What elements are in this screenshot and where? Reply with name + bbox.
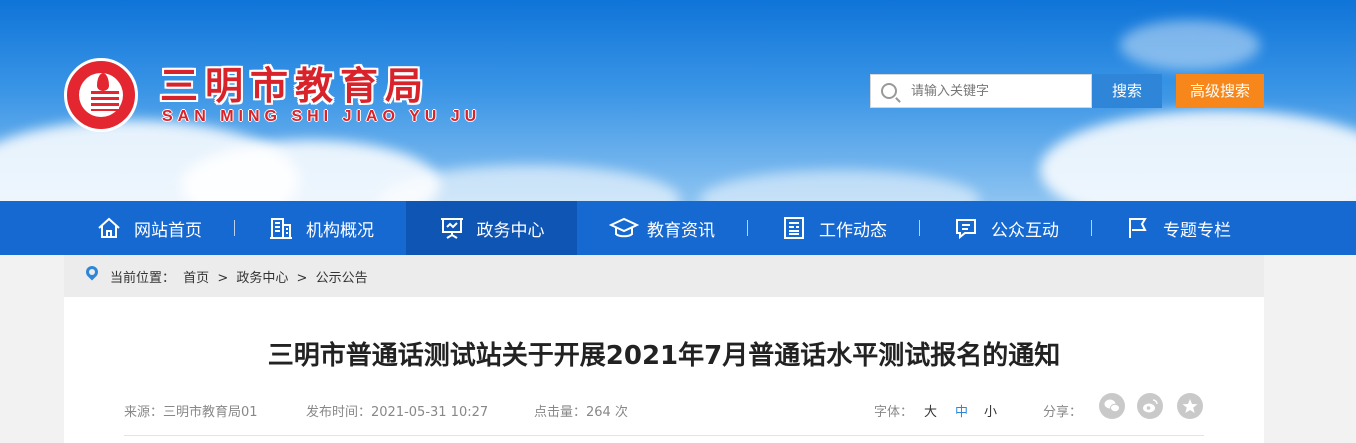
newspaper-icon bbox=[781, 216, 807, 240]
nav-item-about[interactable]: 机构概况 bbox=[236, 201, 406, 255]
breadcrumb-link-government-center[interactable]: 政务中心 bbox=[236, 271, 288, 286]
home-icon bbox=[96, 216, 122, 240]
nav-item-label: 教育资讯 bbox=[647, 220, 715, 241]
logo-emblem-icon[interactable] bbox=[64, 58, 138, 132]
share-label: 分享： bbox=[1043, 405, 1083, 420]
font-size-large-button[interactable]: 大 bbox=[924, 401, 937, 420]
building-icon bbox=[268, 216, 294, 240]
graduation-cap-icon bbox=[608, 216, 640, 240]
breadcrumb-separator: > bbox=[296, 271, 308, 286]
nav-item-label: 工作动态 bbox=[819, 220, 887, 241]
flag-icon bbox=[1125, 216, 1151, 240]
article-view-count: 点击量：264 次 bbox=[534, 405, 628, 420]
nav-item-label: 政务中心 bbox=[476, 220, 545, 241]
font-size-label: 字体： bbox=[874, 405, 914, 420]
location-pin-icon bbox=[83, 263, 101, 281]
article: 三明市普通话测试站关于开展2021年7月普通话水平测试报名的通知 来源：三明市教… bbox=[64, 297, 1264, 443]
nav-divider bbox=[919, 220, 920, 236]
chat-icon bbox=[953, 216, 979, 240]
article-title: 三明市普通话测试站关于开展2021年7月普通话水平测试报名的通知 bbox=[267, 341, 1061, 371]
site-subtitle: SAN MING SHI JIAO YU JU bbox=[162, 108, 482, 125]
breadcrumb-link-home[interactable]: 首页 bbox=[183, 271, 209, 286]
main-nav: 网站首页 机构概况 政务中心 教育资讯 工作动态 公众互动 专题专栏 bbox=[0, 201, 1356, 255]
weibo-icon[interactable] bbox=[1137, 393, 1163, 419]
nav-item-label: 公众互动 bbox=[991, 220, 1059, 241]
wechat-icon[interactable] bbox=[1099, 393, 1125, 419]
nav-item-special-topics[interactable]: 专题专栏 bbox=[1093, 201, 1263, 255]
nav-divider bbox=[1091, 220, 1092, 236]
breadcrumb-link-announcements[interactable]: 公示公告 bbox=[316, 271, 368, 286]
breadcrumb-prefix: 当前位置： bbox=[110, 271, 176, 286]
nav-item-label: 网站首页 bbox=[134, 220, 202, 241]
presentation-icon bbox=[439, 216, 465, 240]
favorite-star-icon[interactable] bbox=[1177, 393, 1203, 419]
article-source: 来源：三明市教育局01 bbox=[124, 405, 258, 420]
nav-item-label: 机构概况 bbox=[306, 220, 374, 241]
site-title[interactable]: 三明市教育局 bbox=[160, 55, 430, 110]
font-size-small-button[interactable]: 小 bbox=[984, 401, 997, 420]
breadcrumb: 当前位置： 首页 > 政务中心 > 公示公告 bbox=[64, 255, 1264, 297]
nav-item-work-updates[interactable]: 工作动态 bbox=[749, 201, 919, 255]
header-banner: 三明市教育局 SAN MING SHI JIAO YU JU 搜索 高级搜索 bbox=[0, 0, 1356, 201]
cloud-decoration bbox=[700, 170, 980, 201]
cloud-decoration bbox=[1120, 20, 1260, 70]
nav-item-education-news[interactable]: 教育资讯 bbox=[577, 201, 747, 255]
nav-item-public-interaction[interactable]: 公众互动 bbox=[921, 201, 1091, 255]
search-box[interactable] bbox=[870, 74, 1092, 108]
advanced-search-button[interactable]: 高级搜索 bbox=[1176, 74, 1264, 108]
article-publish-time: 发布时间：2021-05-31 10:27 bbox=[306, 405, 489, 420]
search-button[interactable]: 搜索 bbox=[1092, 74, 1162, 108]
search-input[interactable] bbox=[911, 75, 1089, 107]
nav-item-government-center[interactable]: 政务中心 bbox=[406, 201, 577, 255]
font-size-medium-button[interactable]: 中 bbox=[955, 401, 968, 420]
nav-item-label: 专题专栏 bbox=[1163, 220, 1231, 241]
nav-divider bbox=[234, 220, 235, 236]
search-icon bbox=[881, 83, 897, 99]
breadcrumb-separator: > bbox=[217, 271, 229, 286]
nav-item-home[interactable]: 网站首页 bbox=[64, 201, 234, 255]
nav-divider bbox=[747, 220, 748, 236]
cloud-decoration bbox=[1040, 110, 1356, 201]
article-divider bbox=[124, 435, 1204, 436]
